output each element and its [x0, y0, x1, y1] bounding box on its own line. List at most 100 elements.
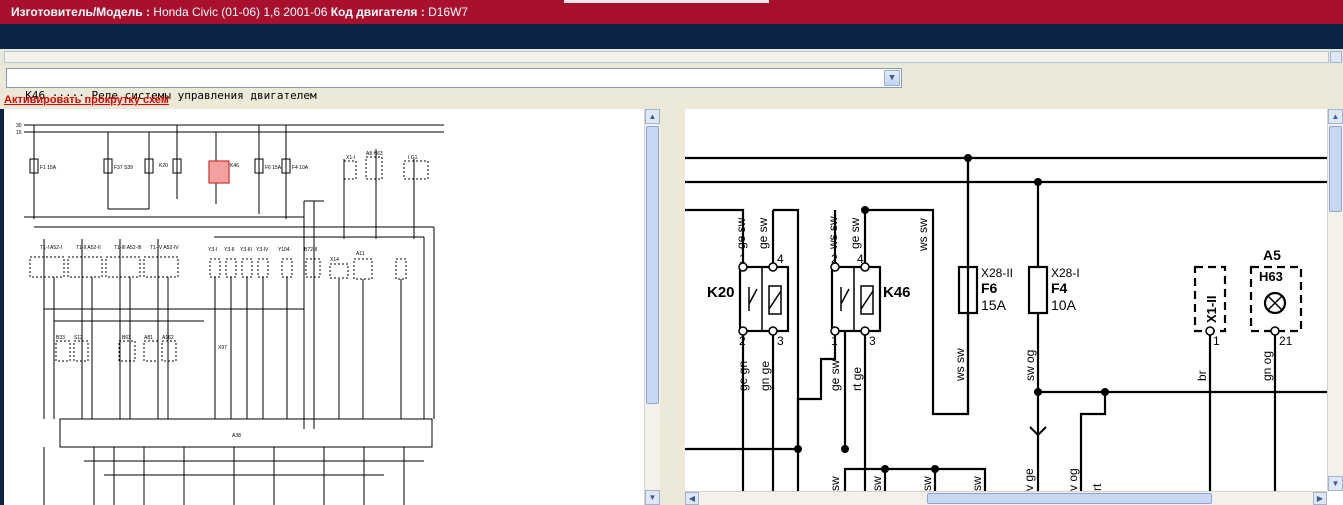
module-a81-label: A81: [144, 335, 153, 341]
maker-label: Изготовитель/Модель :: [11, 5, 150, 19]
left-pane-vertical-scrollbar[interactable]: ▲ ▼: [644, 109, 660, 505]
f4-connector: X28-I: [1051, 266, 1080, 280]
k20-relay-name: K20: [707, 284, 735, 301]
f4-name: F4: [1051, 280, 1068, 296]
maker-value: Honda Civic (01-06) 1,6 2001-06: [153, 5, 328, 19]
k46-pin-4: 4: [857, 252, 864, 266]
overview-diagram-pane[interactable]: 30 15 F1 15A F37 S39 K20 K46 F6 15A F4 1…: [4, 109, 660, 505]
chevron-up-icon[interactable]: ▲: [1328, 109, 1343, 124]
detail-diagram: K20 1 4 2 3 K46 2 4 1 3 X28-II F6 15A X2…: [685, 154, 1327, 491]
connector-x14-label: X14: [330, 257, 339, 263]
pane-separator: [660, 109, 685, 505]
k20-pin-1: 1: [739, 252, 746, 266]
scroll-right-button[interactable]: [1330, 51, 1342, 63]
x1-name: X1-II: [1204, 296, 1219, 323]
switch-s12-label: S12: [74, 335, 83, 341]
k46-pin-3: 3: [869, 334, 876, 348]
right-scroll-thumb[interactable]: [1329, 126, 1342, 212]
module-a162-label: A162: [162, 335, 174, 341]
module-a8-label: A8 H63: [366, 151, 383, 157]
injector-4-label: Y3-IV: [256, 247, 269, 253]
lamp-name: H63: [1259, 269, 1283, 284]
f6-rating: 15A: [981, 297, 1007, 313]
chevron-up-icon[interactable]: ▲: [645, 109, 660, 124]
component-select[interactable]: K46 ····· Реле системы управления двигат…: [6, 68, 902, 102]
k46-pin-2: 2: [831, 252, 838, 266]
k20-wire-top-2: ge sw: [756, 217, 770, 249]
detail-diagram-pane[interactable]: K20 1 4 2 3 K46 2 4 1 3 X28-II F6 15A X2…: [685, 109, 1343, 505]
navy-band: [0, 24, 1343, 49]
x1-wire-label: br: [1195, 370, 1209, 381]
bottom-label-5: v ge: [1022, 468, 1036, 491]
bottom-label-1: sw: [828, 476, 842, 491]
top-horizontal-scrollbar[interactable]: [4, 51, 1342, 63]
relay-t1-2-label: T1-II A52-II: [76, 245, 101, 251]
k46-wire-bottom-1: ge sw: [828, 359, 842, 391]
injector-1-label: Y3-I: [208, 247, 217, 253]
f4-rating: 10A: [1051, 297, 1077, 313]
k46-pin-1: 1: [831, 334, 838, 348]
chevron-left-icon[interactable]: ◀: [685, 492, 699, 505]
sensor-b63-label: B63: [122, 335, 131, 341]
injector-2-label: Y3-II: [224, 247, 235, 253]
relay-k20-label: K20: [159, 163, 168, 169]
injector-3-label: Y3-III: [240, 247, 252, 253]
chevron-down-icon[interactable]: ▼: [1328, 476, 1343, 491]
bottom-label-3: sw: [920, 476, 934, 491]
relay-k46-label: K46: [230, 163, 239, 169]
f6-connector: X28-II: [981, 266, 1013, 280]
connector-x1-label: X1-I: [346, 155, 355, 161]
sensor-b72-label: B72-II: [304, 247, 317, 253]
k20-wire-bottom-1: ge gn: [736, 361, 750, 391]
relay-t1-1-label: T1-I A52-I: [40, 245, 62, 251]
chevron-down-icon[interactable]: ▼: [645, 490, 660, 505]
horizontal-scroll-thumb[interactable]: [927, 493, 1212, 504]
k20-pin-4: 4: [777, 252, 784, 266]
fuse-f37-label: F37 S39: [114, 165, 133, 171]
mid-wire-label: ws sw: [916, 218, 930, 252]
module-a11-label: A11: [356, 251, 365, 257]
connector-x97-label: X97: [218, 345, 227, 351]
highlighted-k46-relay[interactable]: [208, 160, 230, 184]
bottom-label-4: sw: [970, 476, 984, 491]
module-g1-label: I G1: [408, 155, 418, 161]
fuse-f1-label: F1 15A: [40, 165, 57, 171]
bottom-label-7: rt: [1090, 483, 1104, 491]
f4-wire-label: sw og: [1023, 350, 1037, 381]
engine-label: Код двигателя :: [330, 5, 425, 19]
lamp-wire-label: gn og: [1260, 351, 1274, 381]
k20-pin-3: 3: [777, 334, 784, 348]
bottom-label-2: sw: [870, 476, 884, 491]
right-pane-horizontal-scrollbar[interactable]: ◀ ▶: [685, 491, 1327, 505]
overview-diagram: 30 15 F1 15A F37 S39 K20 K46 F6 15A F4 1…: [16, 123, 444, 505]
k20-wire-bottom-2: gn ge: [758, 361, 772, 391]
engine-value: D16W7: [428, 5, 469, 19]
chevron-right-icon[interactable]: ▶: [1313, 492, 1327, 505]
left-scroll-thumb[interactable]: [646, 126, 659, 404]
ecu-a38-label: A38: [232, 433, 241, 439]
x1-pin: 1: [1213, 334, 1220, 348]
k46-wire-top-2: ge sw: [848, 217, 862, 249]
bottom-label-6: v og: [1066, 468, 1080, 491]
title-bar: Изготовитель/Модель : Honda Civic (01-06…: [0, 0, 1343, 24]
rail-30-label: 30: [16, 123, 22, 129]
chevron-down-icon[interactable]: ▼: [884, 70, 900, 86]
relay-t1-3-label: T1-III A52-III: [114, 245, 142, 251]
f6-name: F6: [981, 280, 998, 296]
sensor-b33-label: B33: [56, 335, 65, 341]
lamp-pin: 21: [1279, 334, 1293, 348]
activate-scroll-link[interactable]: Активировать прокрутку схем: [4, 94, 169, 106]
k46-relay-name: K46: [883, 284, 911, 301]
k46-wire-bottom-2: rt ge: [850, 367, 864, 391]
valve-y104-label: Y104: [278, 247, 290, 253]
vehicle-info: Изготовитель/Модель : Honda Civic (01-06…: [11, 5, 468, 19]
k46-wire-top-1: ws sw: [826, 216, 840, 250]
fuse-f4-label: F4 10A: [292, 165, 309, 171]
lamp-ref: A5: [1263, 247, 1281, 263]
k20-pin-2: 2: [739, 334, 746, 348]
right-pane-vertical-scrollbar[interactable]: ▲ ▼: [1327, 109, 1343, 491]
relay-t1-4-label: T1-IV A52-IV: [150, 245, 179, 251]
fuse-f6-label: F6 15A: [265, 165, 282, 171]
top-tab[interactable]: [564, 0, 769, 3]
f6-wire-label: ws sw: [953, 348, 967, 382]
